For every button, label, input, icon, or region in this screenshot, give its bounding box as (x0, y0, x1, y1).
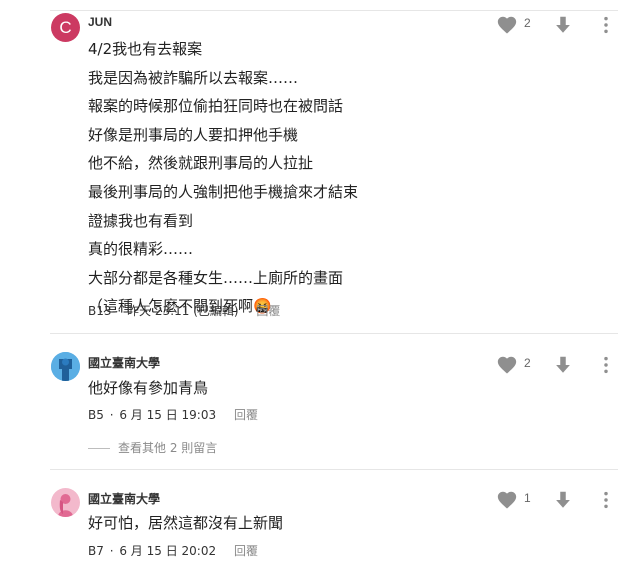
downvote-icon[interactable] (552, 14, 574, 36)
view-more-label: 查看其他 2 則留言 (118, 441, 218, 455)
heart-icon[interactable] (496, 14, 518, 36)
reply-button[interactable]: 回覆 (234, 408, 258, 422)
floor-number: B5 (88, 408, 104, 422)
comment-divider (50, 333, 618, 334)
view-more-dash (88, 448, 110, 449)
comment-meta: B5 · 6 月 15 日 19:03 回覆 (88, 406, 258, 423)
comment-line: 我是因為被詐騙所以去報案…… (88, 68, 299, 87)
top-divider (50, 10, 618, 11)
comment-line: 4/2我也有去報案 (88, 40, 203, 58)
view-more-replies[interactable]: 查看其他 2 則留言 (88, 439, 217, 456)
comment-line: 好像是刑事局的人要扣押他手機 (88, 125, 299, 144)
comment-line: 報案的時候那位偷拍狂同時也在被問話 (88, 97, 344, 116)
comment-time: 昨天 23:11 (已編輯) (127, 304, 239, 318)
more-options-icon[interactable] (600, 489, 612, 511)
pink-person-icon (51, 488, 80, 517)
like-count: 1 (524, 491, 531, 505)
like-count: 2 (524, 16, 531, 30)
comment-line: 好可怕，居然這都沒有上新聞 (88, 514, 284, 532)
comment-line: 大部分都是各種女生……上廁所的畫面 (88, 268, 344, 287)
downvote-icon[interactable] (552, 354, 574, 376)
comment-author[interactable]: 國立臺南大學 (88, 354, 160, 371)
comment-meta: B13 · 昨天 23:11 (已編輯) 回覆 (88, 302, 280, 319)
comment-time: 6 月 15 日 20:02 (119, 544, 217, 558)
avatar-letter: C (59, 18, 72, 37)
meta-separator: · (109, 408, 114, 422)
downvote-icon[interactable] (552, 489, 574, 511)
floor-number: B13 (88, 304, 112, 318)
reply-button[interactable]: 回覆 (234, 544, 258, 558)
more-options-icon[interactable] (600, 354, 612, 376)
comment-author[interactable]: JUN (88, 15, 112, 29)
blue-person-icon (51, 352, 80, 381)
comment-actions: 2 (496, 354, 620, 376)
comment-line: 真的很精彩…… (88, 240, 194, 259)
comment-line: 證據我也有看到 (88, 211, 194, 230)
like-count: 2 (524, 356, 531, 370)
meta-separator: · (109, 544, 114, 558)
reply-button[interactable]: 回覆 (256, 304, 280, 318)
comment-actions: 2 (496, 14, 620, 36)
comment-time: 6 月 15 日 19:03 (119, 408, 217, 422)
floor-number: B7 (88, 544, 104, 558)
heart-icon[interactable] (496, 489, 518, 511)
more-options-icon[interactable] (600, 14, 612, 36)
heart-icon[interactable] (496, 354, 518, 376)
comment-author[interactable]: 國立臺南大學 (88, 490, 160, 507)
meta-separator: · (117, 304, 122, 318)
avatar[interactable] (51, 352, 80, 381)
comment-body: 他好像有參加青鳥 (88, 374, 208, 403)
comment-meta: B7 · 6 月 15 日 20:02 回覆 (88, 542, 258, 559)
avatar[interactable]: C (51, 13, 80, 42)
comment-body: 好可怕，居然這都沒有上新聞 (88, 509, 283, 538)
comment-line: 他好像有參加青鳥 (88, 379, 209, 397)
avatar[interactable] (51, 488, 80, 517)
comment-line: 他不給，然後就跟刑事局的人拉扯 (88, 154, 314, 173)
comment-body: 4/2我也有去報案 我是因為被詐騙所以去報案…… 報案的時候那位偷拍狂同時也在被… (88, 35, 358, 321)
comment-divider (50, 469, 618, 470)
comment-line: 最後刑事局的人強制把他手機搶來才結束 (88, 182, 359, 201)
comment-actions: 1 (496, 489, 620, 511)
